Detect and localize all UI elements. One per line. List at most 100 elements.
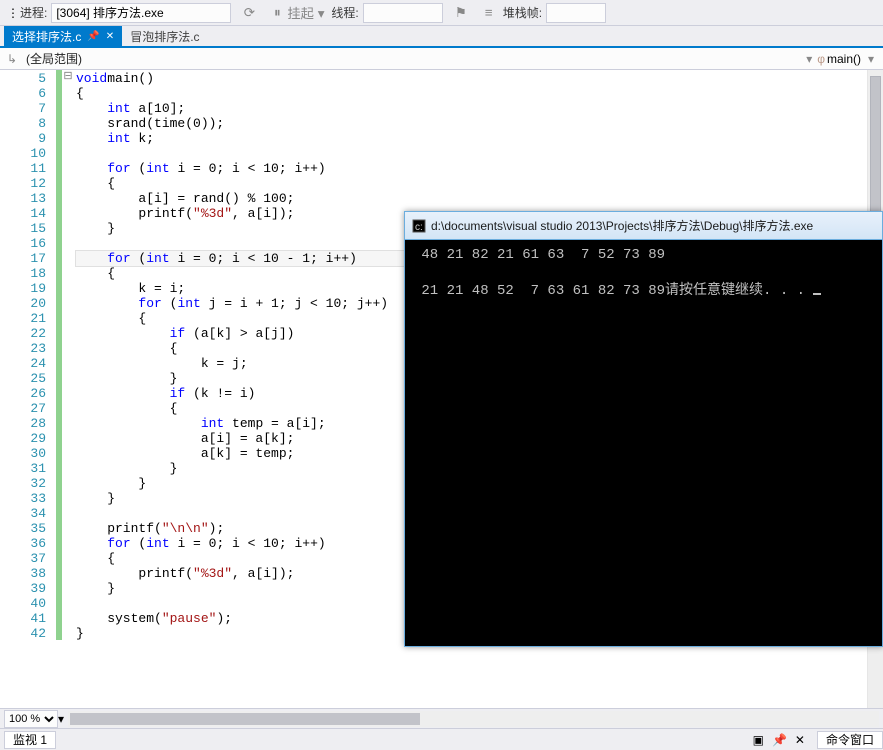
line-number: 6: [0, 86, 46, 101]
tab-label: 冒泡排序法.c: [130, 28, 199, 45]
line-number: 36: [0, 536, 46, 551]
line-number: 8: [0, 116, 46, 131]
code-line[interactable]: int a[10];: [76, 101, 867, 116]
console-prompt: 请按任意键继续. . .: [665, 283, 813, 299]
code-line[interactable]: a[i] = rand() % 100;: [76, 191, 867, 206]
console-app-icon: c:: [411, 218, 427, 234]
console-titlebar[interactable]: c: d:\documents\visual studio 2013\Proje…: [405, 212, 882, 240]
fold-toggle: [62, 535, 74, 550]
code-line[interactable]: {: [76, 176, 867, 191]
code-line[interactable]: for (int i = 0; i < 10; i++): [76, 161, 867, 176]
fold-toggle: [62, 295, 74, 310]
pin-icon[interactable]: 📌: [87, 31, 99, 42]
line-number: 23: [0, 341, 46, 356]
tab-selection-sort[interactable]: 选择排序法.c 📌 ✕: [4, 26, 122, 46]
fold-toggle: [62, 355, 74, 370]
line-number: 11: [0, 161, 46, 176]
fold-toggle: [62, 610, 74, 625]
line-number: 42: [0, 626, 46, 641]
dropdown-icon[interactable]: ▾: [863, 52, 879, 66]
thread-action-button[interactable]: ⚑: [449, 3, 473, 23]
fold-toggle: [62, 280, 74, 295]
code-line[interactable]: srand(time(0));: [76, 116, 867, 131]
watch-tab[interactable]: 监视 1: [4, 731, 56, 749]
member-dropdown[interactable]: main(): [827, 52, 861, 66]
command-window-tab[interactable]: 命令窗口: [817, 731, 883, 749]
scrollbar-thumb[interactable]: [70, 713, 420, 725]
line-number: 28: [0, 416, 46, 431]
line-number: 39: [0, 581, 46, 596]
close-icon[interactable]: ✕: [106, 31, 114, 42]
line-number: 22: [0, 326, 46, 341]
suspend-button[interactable]: ⏸挂起 ▾: [265, 3, 329, 23]
fold-toggle: [62, 220, 74, 235]
svg-text:c:: c:: [415, 222, 423, 233]
tab-label: 选择排序法.c: [12, 28, 81, 45]
fold-toggle: [62, 625, 74, 640]
refresh-icon: ⟳: [242, 6, 256, 20]
dropdown-icon[interactable]: ▾: [801, 52, 817, 66]
tool-icon[interactable]: ▣: [749, 733, 768, 747]
console-line: 48 21 82 21 61 63 7 52 73 89: [413, 247, 665, 263]
line-number: 29: [0, 431, 46, 446]
close-icon[interactable]: ✕: [791, 733, 809, 747]
line-number: 7: [0, 101, 46, 116]
thread-dropdown[interactable]: [363, 3, 443, 23]
fold-toggle: [62, 460, 74, 475]
fold-toggle: [62, 430, 74, 445]
pause-icon: ⏸: [270, 6, 284, 20]
fold-toggle: [62, 370, 74, 385]
zoom-dropdown[interactable]: 100 %: [4, 710, 58, 728]
tab-bubble-sort[interactable]: 冒泡排序法.c: [122, 26, 207, 46]
line-number: 37: [0, 551, 46, 566]
line-number: 19: [0, 281, 46, 296]
refresh-button[interactable]: ⟳: [237, 3, 261, 23]
fold-toggle: [62, 310, 74, 325]
code-line[interactable]: [76, 146, 867, 161]
process-label: 进程:: [20, 4, 47, 21]
thread-label: 线程:: [331, 4, 358, 21]
line-number: 9: [0, 131, 46, 146]
line-number: 34: [0, 506, 46, 521]
stackframe-dropdown[interactable]: [546, 3, 606, 23]
thread-action2-button[interactable]: ≡: [477, 3, 501, 23]
fold-toggle[interactable]: ⊟: [62, 70, 74, 85]
line-number: 41: [0, 611, 46, 626]
line-number: 21: [0, 311, 46, 326]
pin-icon[interactable]: 📌: [768, 733, 791, 747]
grip-icon: ⋮: [6, 6, 20, 20]
line-number: 5: [0, 71, 46, 86]
navigation-bar: ↳ (全局范围) ▾ φ main() ▾: [0, 48, 883, 70]
line-number: 25: [0, 371, 46, 386]
fold-toggle: [62, 130, 74, 145]
member-icon: φ: [817, 52, 825, 66]
line-number: 17: [0, 251, 46, 266]
fold-toggle: [62, 490, 74, 505]
fold-toggle: [62, 400, 74, 415]
fold-toggle: [62, 160, 74, 175]
fold-toggle: [62, 115, 74, 130]
console-output: 48 21 82 21 61 63 7 52 73 89 21 21 48 52…: [405, 240, 882, 306]
fold-toggle: [62, 100, 74, 115]
code-line[interactable]: int k;: [76, 131, 867, 146]
outlining-margin: ⊟: [62, 70, 74, 708]
line-number: 18: [0, 266, 46, 281]
line-number-gutter: 5678910111213141516171819202122232425262…: [0, 70, 56, 708]
code-line[interactable]: {: [76, 86, 867, 101]
fold-toggle: [62, 385, 74, 400]
fold-toggle: [62, 550, 74, 565]
code-line[interactable]: voidmain(): [76, 71, 867, 86]
fold-toggle: [62, 235, 74, 250]
line-number: 13: [0, 191, 46, 206]
fold-toggle: [62, 520, 74, 535]
nav-back-icon[interactable]: ↳: [4, 52, 20, 66]
scope-dropdown[interactable]: (全局范围): [20, 50, 801, 68]
line-number: 26: [0, 386, 46, 401]
horizontal-scrollbar[interactable]: [68, 711, 879, 727]
fold-toggle: [62, 325, 74, 340]
line-number: 30: [0, 446, 46, 461]
process-dropdown[interactable]: [3064] 排序方法.exe: [51, 3, 231, 23]
console-window[interactable]: c: d:\documents\visual studio 2013\Proje…: [404, 211, 883, 647]
debug-toolbar: ⋮ 进程: [3064] 排序方法.exe ⟳ ⏸挂起 ▾ 线程: ⚑ ≡ 堆栈…: [0, 0, 883, 26]
fold-toggle: [62, 340, 74, 355]
